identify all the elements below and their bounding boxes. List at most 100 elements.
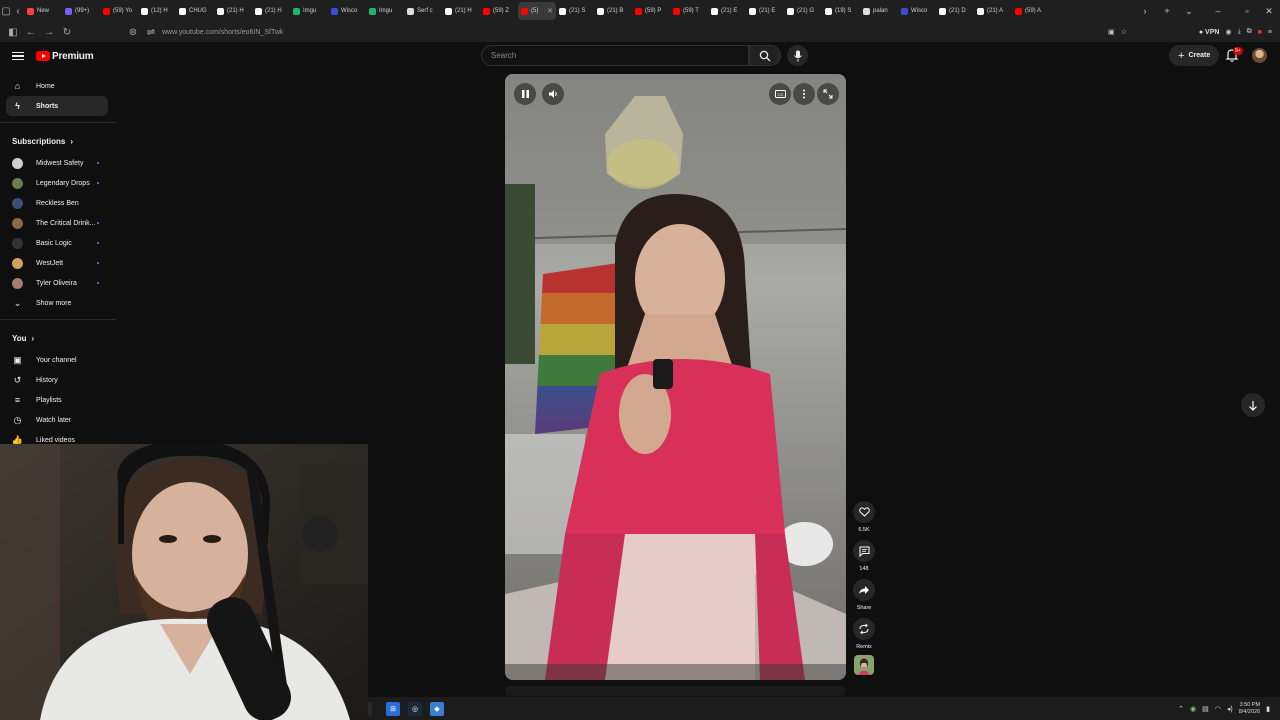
like-button[interactable] [853,501,875,523]
browser-tab[interactable]: (19) S [822,2,860,20]
minimize-button[interactable]: – [1200,6,1236,16]
browser-tab[interactable]: (59) A [1012,2,1050,20]
browser-tab[interactable]: Wisco [328,2,366,20]
browser-tab-active[interactable]: (5) ✕ [518,2,556,20]
subscription-item[interactable]: Midwest Safety [0,153,116,173]
show-more-button[interactable]: ⌄ Show more [0,293,116,313]
sidebar-item-watch-later[interactable]: ◷ Watch later [0,410,116,430]
subscription-item[interactable]: The Critical Drink... [0,213,116,233]
youtube-logo[interactable]: Premium [36,51,94,62]
browser-tab[interactable]: (12) H [138,2,176,20]
remix-button[interactable] [853,618,875,640]
create-button[interactable]: + Create [1169,45,1220,66]
close-window-button[interactable]: ✕ [1258,6,1280,17]
subscription-item[interactable]: Basic Logic [0,233,116,253]
url-field[interactable]: www.youtube.com/shorts/eo6IN_SfTwk [162,29,283,36]
tab-scroll-right-icon[interactable]: › [1134,6,1156,16]
browser-tab[interactable]: (21) H [214,2,252,20]
pause-button[interactable] [514,83,536,105]
browser-tab[interactable]: (59) Yo [100,2,138,20]
back-button[interactable]: ← [22,23,40,41]
remix-action[interactable]: Remix [853,618,875,650]
sidebar-item-playlists[interactable]: ≡ Playlists [0,390,116,410]
start-icon[interactable]: ⊞ [386,701,400,716]
site-info-icon[interactable]: ⊛ [124,23,142,41]
tab-actions-icon[interactable]: ▢ [0,0,12,22]
reload-button[interactable]: ↻ [58,23,76,41]
steam-icon[interactable]: ◎ [408,701,422,716]
browser-tab[interactable]: (21) H [442,2,480,20]
browser-tab[interactable]: (59) Z [480,2,518,20]
app-icon[interactable]: ◆ [430,701,444,716]
subscription-item[interactable]: Legendary Drops [0,173,116,193]
browser-tab[interactable]: palan [860,2,898,20]
browser-tab[interactable]: (59) P [632,2,670,20]
vpn-button[interactable]: ● VPN [1199,29,1220,36]
browser-tab[interactable]: (21) B [594,2,632,20]
share-action[interactable]: Share [853,579,875,611]
sidebar-item-shorts[interactable]: ϟ Shorts [6,96,108,116]
browser-tab[interactable]: (21) G [784,2,822,20]
system-clock[interactable]: 3:50 PM 8/4/2026 [1239,702,1260,716]
search-button[interactable] [749,45,781,66]
browser-menu-icon[interactable]: ≡ [1268,29,1272,36]
voice-search-button[interactable] [787,45,808,66]
fullscreen-button[interactable] [817,83,839,105]
browser-tab[interactable]: Wisco [898,2,936,20]
speaker-icon[interactable]: ◂) [1227,705,1233,713]
share-button[interactable] [853,579,875,601]
screenshot-icon[interactable]: ▣ [1108,28,1115,36]
subscription-item[interactable]: WestJett [0,253,116,273]
site-settings-icon[interactable]: ⇌ [142,23,160,41]
comments-button[interactable] [853,540,875,562]
sidebar-toggle-icon[interactable]: ◧ [4,23,22,41]
like-action[interactable]: 6.5K [853,501,875,533]
maximize-button[interactable]: ▫ [1236,6,1258,16]
notification-center-icon[interactable]: ▮ [1266,705,1270,713]
wifi-icon[interactable]: ◠ [1215,705,1221,713]
network-icon[interactable]: ▤ [1202,705,1209,713]
more-options-button[interactable] [793,83,815,105]
extension-icon[interactable]: ■ [1258,29,1262,36]
you-heading[interactable]: You › [0,326,116,350]
browser-tab[interactable]: (21) S [556,2,594,20]
new-tab-button[interactable]: + [1156,6,1178,16]
forward-button[interactable]: → [40,23,58,41]
browser-tab[interactable]: Imgu [290,2,328,20]
subscriptions-heading[interactable]: Subscriptions › [0,129,116,153]
volume-button[interactable] [542,83,564,105]
browser-tab[interactable]: (99+) [62,2,100,20]
subscription-item[interactable]: Reckless Ben [0,193,116,213]
tab-close-icon[interactable]: ✕ [547,7,553,15]
sound-thumbnail[interactable] [854,655,874,675]
browser-tab[interactable]: (21) A [974,2,1012,20]
browser-tab[interactable]: New [24,2,62,20]
subscription-item[interactable]: Tyler Oliveira [0,273,116,293]
browser-tab[interactable]: (21) H [252,2,290,20]
browser-tab[interactable]: Serf c [404,2,442,20]
browser-tab[interactable]: (21) E [746,2,784,20]
tray-app-icon[interactable]: ◉ [1190,705,1196,713]
comments-action[interactable]: 148 [853,540,875,572]
browser-tab[interactable]: CHUG [176,2,214,20]
wallet-icon[interactable]: ◉ [1225,28,1231,36]
next-short-button[interactable] [1241,393,1265,417]
captions-button[interactable]: CC [769,83,791,105]
search-input[interactable]: Search [481,45,749,66]
guide-menu-icon[interactable] [12,51,24,61]
account-avatar[interactable] [1252,48,1267,63]
browser-tab[interactable]: Imgu [366,2,404,20]
extensions-icon[interactable]: ⧉ [1247,28,1252,36]
downloads-icon[interactable]: ⤓ [1238,28,1241,36]
browser-tab[interactable]: (59) T [670,2,708,20]
sidebar-item-home[interactable]: ⌂ Home [0,76,116,96]
tab-scroll-left-icon[interactable]: ‹ [12,0,24,22]
shorts-video-player[interactable]: CC [505,74,846,680]
browser-tab[interactable]: (21) D [936,2,974,20]
tab-list-dropdown-icon[interactable]: ⌄ [1178,6,1200,17]
browser-tab[interactable]: (21) E [708,2,746,20]
tray-overflow-icon[interactable]: ⌃ [1178,705,1184,713]
sidebar-item-history[interactable]: ↺ History [0,370,116,390]
sidebar-item-your-channel[interactable]: ▣ Your channel [0,350,116,370]
bookmark-star-icon[interactable]: ☆ [1121,28,1127,36]
